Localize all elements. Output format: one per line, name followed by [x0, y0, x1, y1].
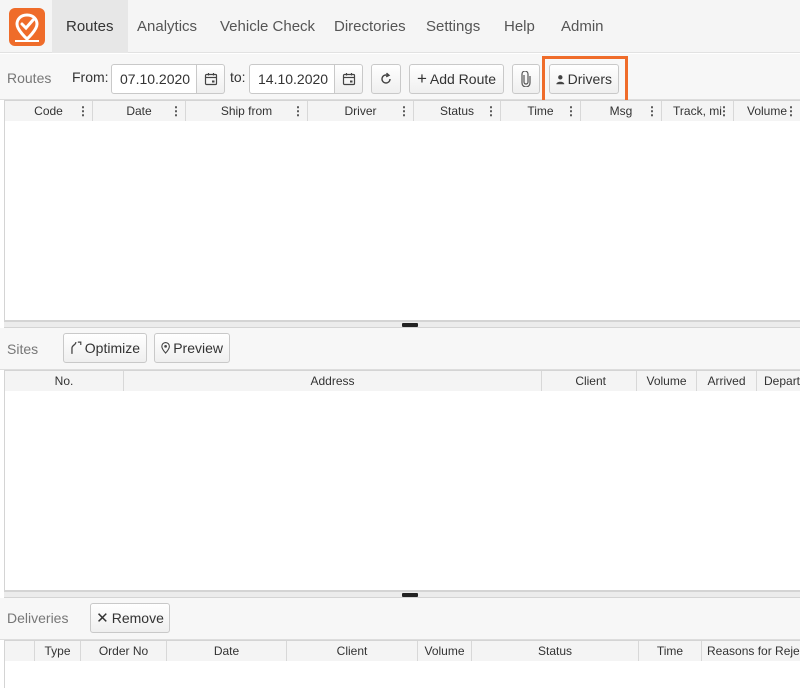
- col-arrived[interactable]: Arrived: [697, 371, 757, 391]
- optimize-button[interactable]: Optimize: [63, 333, 147, 363]
- col-delivery-status[interactable]: Status: [472, 641, 639, 661]
- routes-sites-splitter[interactable]: [4, 321, 800, 328]
- nav-tab-directories[interactable]: Directories: [320, 0, 420, 53]
- col-volume[interactable]: Volume ⋮: [734, 101, 800, 121]
- col-delivery-date[interactable]: Date: [167, 641, 287, 661]
- attach-button[interactable]: [512, 64, 540, 94]
- calendar-icon: [204, 73, 217, 86]
- col-address[interactable]: Address: [124, 371, 542, 391]
- deliveries-section-label: Deliveries: [7, 610, 69, 626]
- drivers-button[interactable]: Drivers: [549, 64, 619, 94]
- sites-toolbar: Sites Optimize Preview: [0, 328, 800, 370]
- person-icon: [556, 74, 565, 84]
- routes-section-label: Routes: [7, 70, 52, 86]
- nav-tab-admin[interactable]: Admin: [547, 0, 618, 53]
- column-menu-icon: ⋮: [718, 104, 730, 118]
- close-icon: ✕: [96, 610, 109, 627]
- optimize-label: Optimize: [84, 340, 140, 356]
- col-delivery-time[interactable]: Time: [639, 641, 702, 661]
- remove-label: Remove: [111, 610, 164, 626]
- map-pin-icon: [161, 342, 170, 354]
- deliveries-grid-body: [4, 661, 800, 688]
- from-label: From:: [72, 69, 109, 85]
- column-menu-icon: ⋮: [785, 104, 797, 118]
- app-logo-icon[interactable]: [9, 8, 45, 46]
- col-track[interactable]: Track, mi ⋮: [662, 101, 734, 121]
- column-menu-icon: ⋮: [292, 104, 304, 118]
- col-order-no[interactable]: Order No: [81, 641, 167, 661]
- col-reasons[interactable]: Reasons for Rejec: [702, 641, 800, 661]
- col-date[interactable]: Date ⋮: [93, 101, 186, 121]
- top-navigation-bar: Routes Analytics Vehicle Check Directori…: [0, 0, 800, 53]
- column-menu-icon: ⋮: [565, 104, 577, 118]
- column-menu-icon: ⋮: [485, 104, 497, 118]
- deliveries-toolbar: Deliveries ✕ Remove: [0, 598, 800, 640]
- col-time[interactable]: Time ⋮: [501, 101, 581, 121]
- col-select[interactable]: [5, 641, 35, 661]
- sites-deliveries-splitter[interactable]: [4, 591, 800, 598]
- refresh-icon: [381, 72, 391, 84]
- column-menu-icon: ⋮: [646, 104, 658, 118]
- nav-tab-routes[interactable]: Routes: [52, 0, 128, 53]
- col-driver[interactable]: Driver ⋮: [308, 101, 414, 121]
- paperclip-icon: [521, 71, 531, 87]
- route-optimize-icon: [71, 341, 82, 354]
- col-msg[interactable]: Msg ⋮: [581, 101, 662, 121]
- routes-grid-body: [4, 121, 800, 321]
- routes-toolbar: Routes From: 07.10.2020 to: 14.10.2020 +…: [0, 54, 800, 100]
- to-date-input[interactable]: 14.10.2020: [249, 64, 335, 94]
- preview-button[interactable]: Preview: [154, 333, 230, 363]
- col-delivery-volume[interactable]: Volume: [418, 641, 472, 661]
- col-client[interactable]: Client: [542, 371, 637, 391]
- to-label: to:: [230, 69, 246, 85]
- remove-button[interactable]: ✕ Remove: [90, 603, 170, 633]
- column-menu-icon: ⋮: [77, 104, 89, 118]
- col-type[interactable]: Type: [35, 641, 81, 661]
- deliveries-grid-header: Type Order No Date Client Volume Status …: [4, 640, 800, 662]
- add-route-button[interactable]: + Add Route: [409, 64, 504, 94]
- sites-section-label: Sites: [7, 341, 39, 357]
- column-menu-icon: ⋮: [170, 104, 182, 118]
- sites-grid-body: [4, 391, 800, 591]
- nav-tab-vehicle-check[interactable]: Vehicle Check: [206, 0, 329, 53]
- nav-tab-analytics[interactable]: Analytics: [123, 0, 211, 53]
- routes-grid-header: Code ⋮ Date ⋮ Ship from ⋮ Driver ⋮ Status ⋮ T…: [4, 100, 800, 122]
- from-date-input[interactable]: 07.10.2020: [111, 64, 197, 94]
- col-no[interactable]: No.: [5, 371, 124, 391]
- add-route-label: Add Route: [429, 71, 497, 87]
- from-calendar-button[interactable]: [197, 64, 225, 94]
- refresh-button[interactable]: [371, 64, 401, 94]
- col-status[interactable]: Status ⋮: [414, 101, 501, 121]
- splitter-grip-icon: [402, 323, 418, 327]
- col-delivery-client[interactable]: Client: [287, 641, 418, 661]
- calendar-icon: [342, 73, 355, 86]
- drivers-label: Drivers: [567, 71, 612, 87]
- column-menu-icon: ⋮: [398, 104, 410, 118]
- col-code[interactable]: Code ⋮: [5, 101, 93, 121]
- to-calendar-button[interactable]: [335, 64, 363, 94]
- preview-label: Preview: [173, 340, 223, 356]
- nav-tab-settings[interactable]: Settings: [412, 0, 494, 53]
- col-depart[interactable]: Depart: [757, 371, 800, 391]
- splitter-grip-icon: [402, 593, 418, 597]
- col-ship-from[interactable]: Ship from ⋮: [186, 101, 308, 121]
- plus-icon: +: [416, 69, 427, 88]
- col-site-volume[interactable]: Volume: [637, 371, 697, 391]
- sites-grid-header: No. Address Client Volume Arrived Depart: [4, 370, 800, 392]
- nav-tab-help[interactable]: Help: [490, 0, 549, 53]
